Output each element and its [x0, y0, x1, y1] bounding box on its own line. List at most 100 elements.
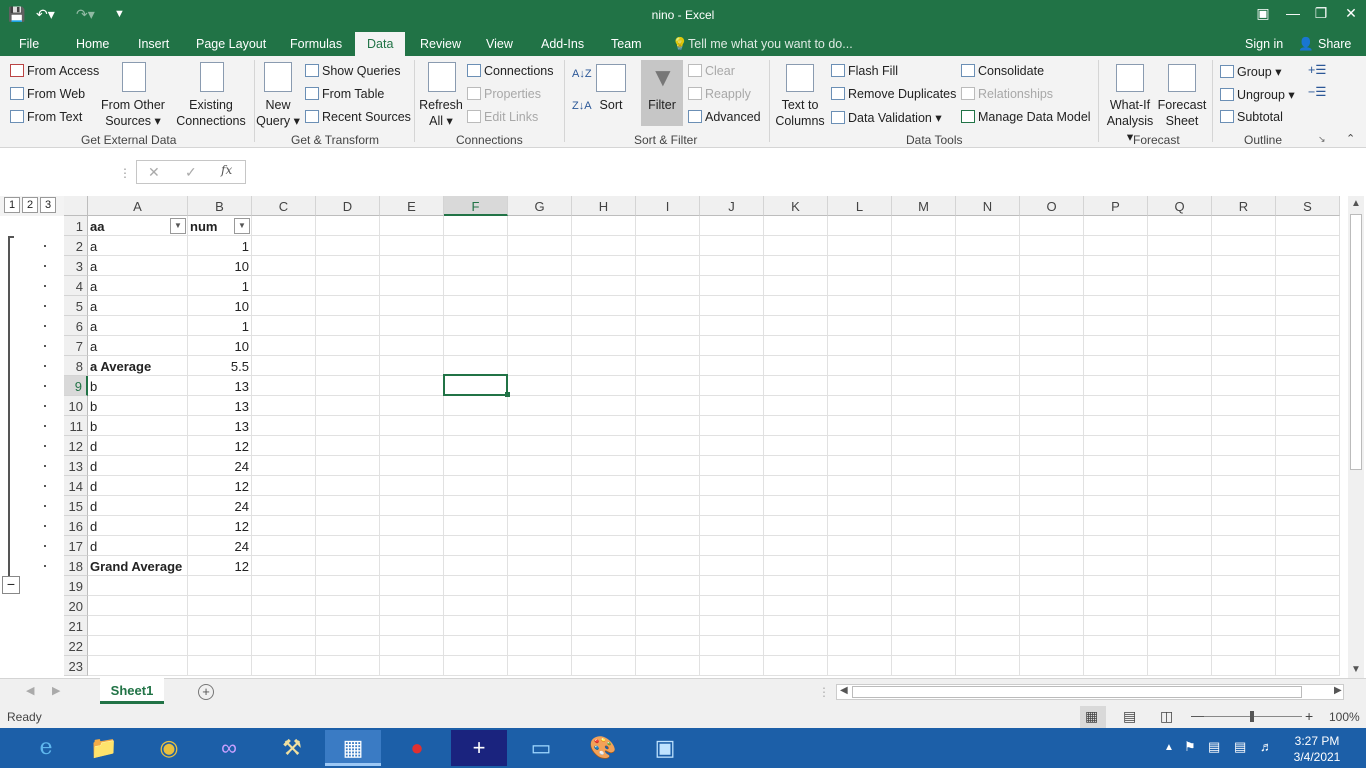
- cell-d20[interactable]: [316, 596, 380, 616]
- cell-n17[interactable]: [956, 536, 1020, 556]
- cell-n5[interactable]: [956, 296, 1020, 316]
- cell-r23[interactable]: [1212, 656, 1276, 676]
- cell-r15[interactable]: [1212, 496, 1276, 516]
- column-header-i[interactable]: I: [636, 196, 700, 216]
- sort-az-icon[interactable]: A↓Z: [572, 68, 592, 80]
- from-other-sources-button[interactable]: From Other Sources ▾: [98, 97, 168, 129]
- internet-explorer-icon[interactable]: e: [18, 730, 74, 766]
- cell-h9[interactable]: [572, 376, 636, 396]
- cell-a4[interactable]: a: [88, 276, 188, 296]
- cell-j8[interactable]: [700, 356, 764, 376]
- cell-p18[interactable]: [1084, 556, 1148, 576]
- cell-m15[interactable]: [892, 496, 956, 516]
- cell-o8[interactable]: [1020, 356, 1084, 376]
- tell-me-input[interactable]: Tell me what you want to do...: [688, 37, 853, 51]
- row-header[interactable]: 2: [64, 236, 88, 256]
- cell-a10[interactable]: b: [88, 396, 188, 416]
- compass-app-icon[interactable]: +: [451, 730, 507, 766]
- notebook-app-icon[interactable]: ▭: [513, 730, 569, 766]
- cell-l14[interactable]: [828, 476, 892, 496]
- cell-q11[interactable]: [1148, 416, 1212, 436]
- cell-e3[interactable]: [380, 256, 444, 276]
- cell-q22[interactable]: [1148, 636, 1212, 656]
- cell-a19[interactable]: [88, 576, 188, 596]
- zoom-level[interactable]: 100%: [1329, 710, 1360, 724]
- scroll-up-icon[interactable]: ▲: [1351, 198, 1361, 209]
- system-clock[interactable]: 3:27 PM 3/4/2021: [1282, 733, 1352, 765]
- cell-a18[interactable]: Grand Average: [88, 556, 188, 576]
- cell-r4[interactable]: [1212, 276, 1276, 296]
- cell-k2[interactable]: [764, 236, 828, 256]
- cell-d17[interactable]: [316, 536, 380, 556]
- cell-f9[interactable]: [444, 376, 508, 396]
- manage-data-model-button[interactable]: Manage Data Model: [961, 110, 1091, 124]
- cell-s21[interactable]: [1276, 616, 1340, 636]
- column-header-f[interactable]: F: [444, 196, 508, 216]
- cell-q1[interactable]: [1148, 216, 1212, 236]
- cell-r19[interactable]: [1212, 576, 1276, 596]
- cancel-icon[interactable]: ✕: [148, 164, 160, 181]
- row-header[interactable]: 22: [64, 636, 88, 656]
- cell-c11[interactable]: [252, 416, 316, 436]
- volume-icon[interactable]: ♬: [1260, 739, 1273, 754]
- show-hidden-icons[interactable]: ▲: [1164, 742, 1174, 753]
- cell-g23[interactable]: [508, 656, 572, 676]
- cell-n11[interactable]: [956, 416, 1020, 436]
- fill-handle[interactable]: [505, 392, 510, 397]
- zoom-slider-thumb[interactable]: [1250, 711, 1254, 722]
- cell-q9[interactable]: [1148, 376, 1212, 396]
- row-header[interactable]: 1: [64, 216, 88, 236]
- collapse-outline-button[interactable]: −: [2, 576, 20, 594]
- cell-b21[interactable]: [188, 616, 252, 636]
- cell-s18[interactable]: [1276, 556, 1340, 576]
- collapse-ribbon-icon[interactable]: ⌃: [1346, 132, 1355, 145]
- cell-d14[interactable]: [316, 476, 380, 496]
- page-break-view-icon[interactable]: ◫: [1160, 708, 1173, 725]
- show-queries-button[interactable]: Show Queries: [305, 64, 401, 78]
- cell-g14[interactable]: [508, 476, 572, 496]
- cell-g16[interactable]: [508, 516, 572, 536]
- connections-button[interactable]: Connections: [467, 64, 554, 78]
- cell-l2[interactable]: [828, 236, 892, 256]
- row-header[interactable]: 23: [64, 656, 88, 676]
- cell-i5[interactable]: [636, 296, 700, 316]
- cell-b16[interactable]: 12: [188, 516, 252, 536]
- cell-n21[interactable]: [956, 616, 1020, 636]
- cell-s3[interactable]: [1276, 256, 1340, 276]
- file-explorer-icon[interactable]: 📁: [76, 730, 132, 766]
- cell-g20[interactable]: [508, 596, 572, 616]
- cell-c16[interactable]: [252, 516, 316, 536]
- cell-p4[interactable]: [1084, 276, 1148, 296]
- cell-k21[interactable]: [764, 616, 828, 636]
- cell-g15[interactable]: [508, 496, 572, 516]
- cell-m2[interactable]: [892, 236, 956, 256]
- cell-f3[interactable]: [444, 256, 508, 276]
- cell-i22[interactable]: [636, 636, 700, 656]
- cell-c17[interactable]: [252, 536, 316, 556]
- cell-o6[interactable]: [1020, 316, 1084, 336]
- cell-m3[interactable]: [892, 256, 956, 276]
- cell-r2[interactable]: [1212, 236, 1276, 256]
- cell-n13[interactable]: [956, 456, 1020, 476]
- cell-f12[interactable]: [444, 436, 508, 456]
- cell-d4[interactable]: [316, 276, 380, 296]
- cell-r14[interactable]: [1212, 476, 1276, 496]
- cell-b6[interactable]: 1: [188, 316, 252, 336]
- cell-b19[interactable]: [188, 576, 252, 596]
- cell-l21[interactable]: [828, 616, 892, 636]
- column-header-d[interactable]: D: [316, 196, 380, 216]
- forecast-sheet-button[interactable]: Forecast Sheet: [1156, 97, 1208, 129]
- cell-q23[interactable]: [1148, 656, 1212, 676]
- cell-a9[interactable]: b: [88, 376, 188, 396]
- cell-p3[interactable]: [1084, 256, 1148, 276]
- cell-e7[interactable]: [380, 336, 444, 356]
- cell-m20[interactable]: [892, 596, 956, 616]
- cell-n20[interactable]: [956, 596, 1020, 616]
- properties-button[interactable]: Properties: [467, 87, 541, 101]
- cell-l17[interactable]: [828, 536, 892, 556]
- row-header[interactable]: 13: [64, 456, 88, 476]
- cell-b22[interactable]: [188, 636, 252, 656]
- cell-j19[interactable]: [700, 576, 764, 596]
- cell-o22[interactable]: [1020, 636, 1084, 656]
- cell-o14[interactable]: [1020, 476, 1084, 496]
